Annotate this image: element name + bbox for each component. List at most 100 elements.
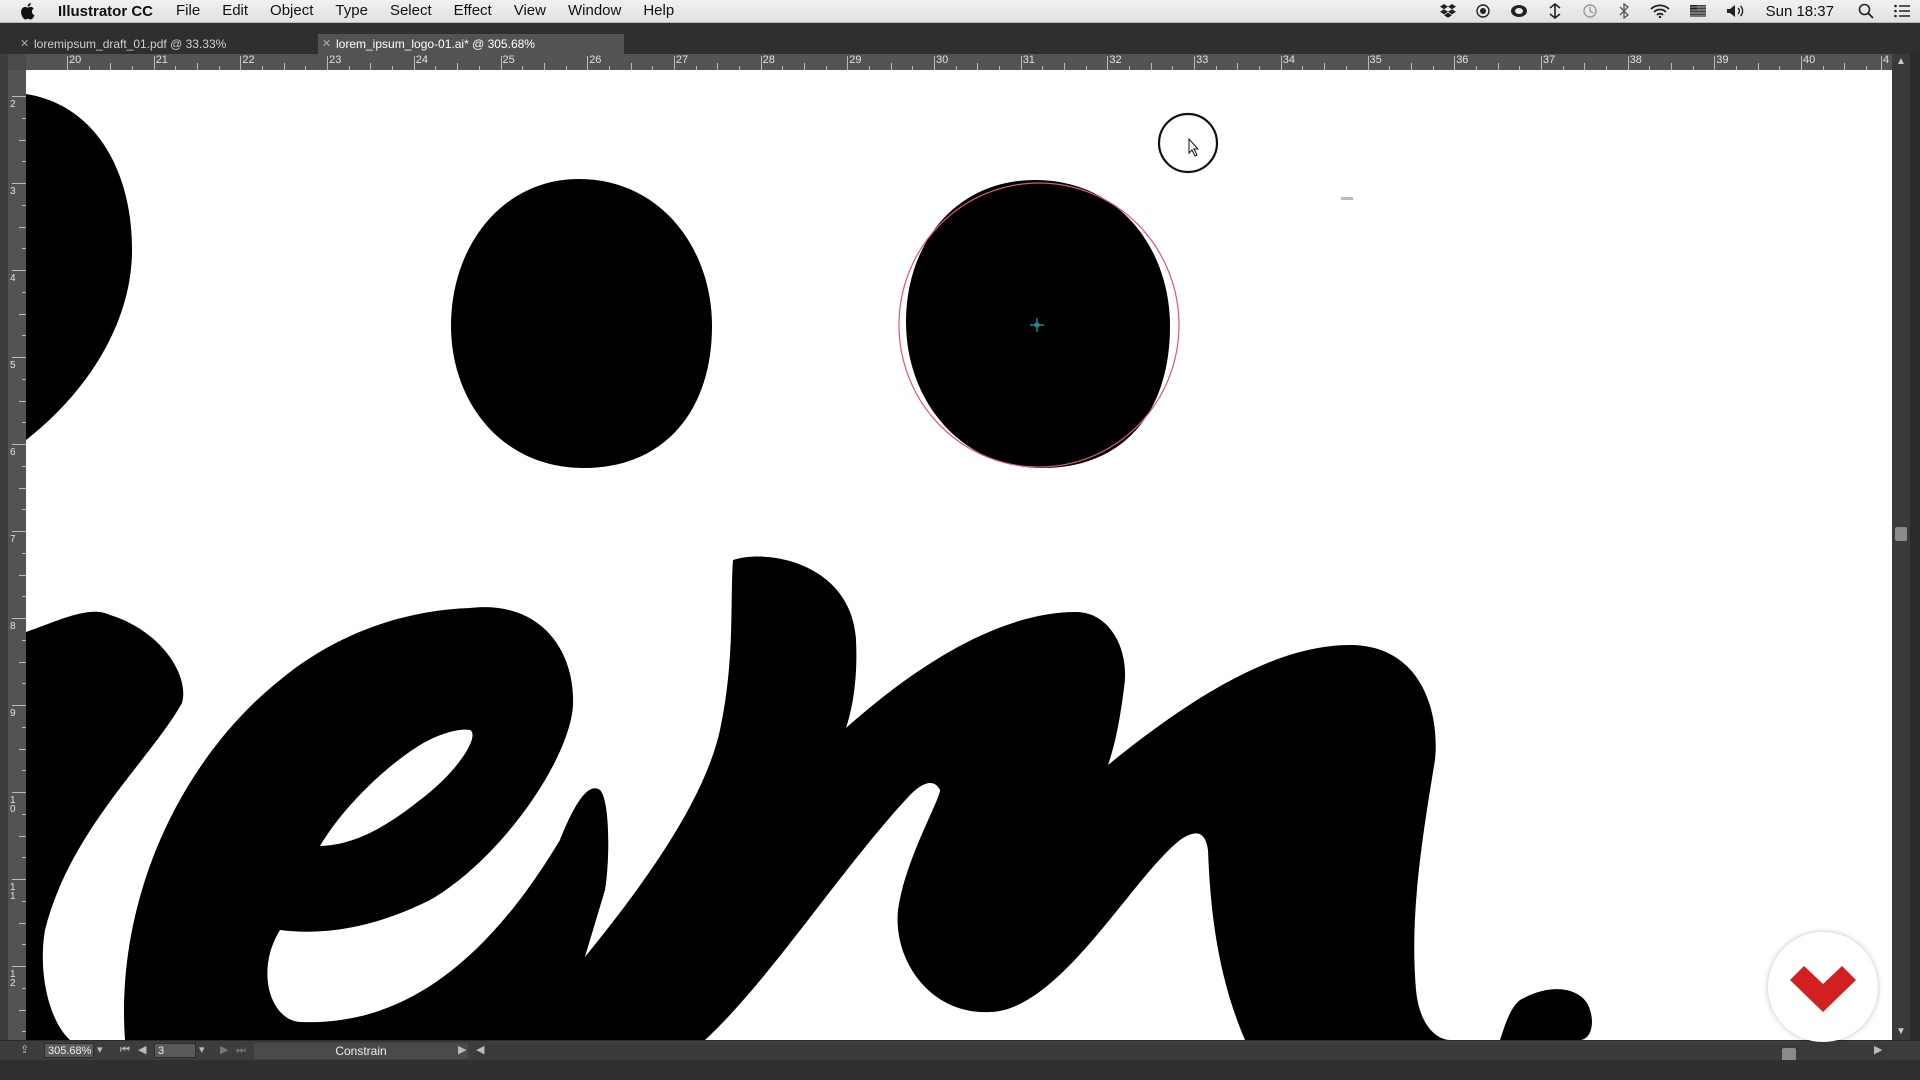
artboard-number-field[interactable]: 3 [154,1043,196,1058]
left-panel-edge [0,54,8,1040]
ruler-label: 22 [242,54,255,66]
partial-letter-shape [26,94,132,440]
ruler-minor-tick [977,63,979,70]
ruler-label: 9 [10,708,16,719]
ruler-minor-tick [197,63,199,70]
ruler-tick [1020,56,1022,70]
artboard-dropdown-icon[interactable]: ▾ [199,1042,205,1059]
ruler-tick [153,56,155,70]
tab-loremipsum-draft[interactable]: ✕ loremipsum_draft_01.pdf @ 33.33% (CMYK… [16,34,314,71]
ruler-tick [1540,56,1542,70]
bluetooth-icon[interactable] [1618,3,1630,19]
ruler-tick [413,56,415,70]
time-machine-icon[interactable] [1582,3,1598,19]
next-artboard-icon[interactable]: ▶ [220,1042,228,1059]
ruler-label: 23 [329,54,342,66]
ruler-minor-tick [1410,63,1412,70]
tab-close-icon[interactable]: ✕ [322,34,331,54]
scroll-right-arrow-icon[interactable]: ▶ [1874,1042,1882,1059]
ruler-tick [1714,56,1716,70]
vertical-scroll-thumb[interactable] [1895,527,1907,541]
scroll-up-arrow-icon[interactable]: ▲ [1895,56,1907,68]
menu-file[interactable]: File [165,0,211,22]
creative-cloud-icon[interactable] [1510,4,1528,18]
ruler-label: 35 [1369,54,1382,66]
zoom-field[interactable]: 305.68% [44,1043,94,1058]
first-artboard-icon[interactable]: ⏮ [120,1042,130,1059]
status-menu-arrow-icon[interactable]: ▶ [458,1042,466,1059]
scroll-down-arrow-icon[interactable]: ▼ [1895,1026,1907,1038]
horizontal-ruler[interactable]: 20 21 22 23 24 25 26 27 28 29 30 31 32 33 34 35 36 37 38 39… [26,54,1894,71]
ruler-tick [934,56,935,70]
flag-icon[interactable] [1689,5,1706,17]
last-artboard-icon[interactable]: ⏭ [236,1042,246,1059]
notification-center-icon[interactable] [1894,4,1910,18]
spotlight-search-icon[interactable] [1858,3,1874,19]
anchor-marker [1341,197,1353,200]
brand-logo-badge [1768,932,1878,1042]
menu-select[interactable]: Select [379,0,443,22]
share-icon[interactable]: ⇪ [20,1042,29,1059]
artboard-canvas[interactable] [26,70,1892,1040]
ruler-minor-tick [1237,63,1239,70]
letter-dot-left [451,179,712,468]
menubar-clock[interactable]: Sun 18:37 [1766,3,1834,20]
menu-help[interactable]: Help [632,0,685,22]
ruler-tick [12,792,26,793]
artwork-svg [26,94,1592,1040]
ruler-tick [1194,56,1196,70]
ruler-label: 39 [1716,54,1729,66]
menu-object[interactable]: Object [259,0,324,22]
ruler-minor-tick [19,1009,26,1011]
dropbox-icon[interactable] [1439,4,1456,18]
sync-icon[interactable] [1548,3,1562,19]
ruler-minor-tick [543,63,545,70]
ruler-tick [327,56,329,70]
ruler-origin[interactable] [8,54,26,70]
ruler-label: 25 [502,54,515,66]
vertical-ruler[interactable]: 2 3 4 5 6 7 8 9 10 11 12 [8,70,27,1040]
horizontal-scrollbar[interactable]: ◀ ▶ [476,1042,1886,1062]
letter-m-tail [1500,989,1592,1040]
menu-window[interactable]: Window [557,0,632,22]
app-name-menu[interactable]: Illustrator CC [48,3,165,20]
ruler-label: 3 [10,186,16,197]
window-right-edge [1910,54,1920,1040]
menu-bar: Illustrator CC File Edit Object Type Sel… [0,0,1920,23]
ruler-minor-tick [890,63,892,70]
scroll-left-arrow-icon[interactable]: ◀ [476,1042,484,1059]
record-icon[interactable] [1475,4,1490,18]
ruler-minor-tick [1497,63,1499,70]
vertical-scrollbar[interactable]: ▲ ▼ [1892,54,1910,1040]
ruler-label: 4 [10,273,16,284]
ruler-tick [12,183,26,184]
ruler-minor-tick [717,63,719,70]
ruler-label: 38 [1629,54,1642,66]
apple-menu-icon[interactable] [18,2,36,20]
ruler-label: 10 [10,795,16,815]
ruler-minor-tick [803,63,805,70]
menu-edit[interactable]: Edit [211,0,259,22]
tab-close-icon[interactable]: ✕ [20,34,29,54]
ruler-tick [1627,56,1629,70]
ruler-minor-tick [370,63,372,70]
menu-type[interactable]: Type [324,0,379,22]
ruler-tick [847,56,849,70]
ruler-minor-tick [1064,63,1066,70]
ruler-tick [1454,56,1456,70]
ruler-tick [760,56,762,70]
previous-artboard-icon[interactable]: ◀ [138,1042,146,1059]
ruler-minor-tick [19,313,26,315]
ruler-tick [12,618,26,619]
wifi-icon[interactable] [1649,4,1670,18]
ruler-minor-tick [19,835,26,837]
zoom-dropdown-icon[interactable]: ▾ [97,1042,103,1059]
tab-lorem-ipsum-logo[interactable]: ✕ lorem_ipsum_logo-01.ai* @ 305.68% (CMY… [318,34,624,71]
ruler-tick [673,56,675,70]
ruler-minor-tick [1670,63,1672,70]
volume-icon[interactable] [1726,4,1746,18]
menu-effect[interactable]: Effect [443,0,503,22]
ruler-tick [12,357,26,358]
menu-view[interactable]: View [503,0,557,22]
ruler-label: 7 [10,534,16,545]
